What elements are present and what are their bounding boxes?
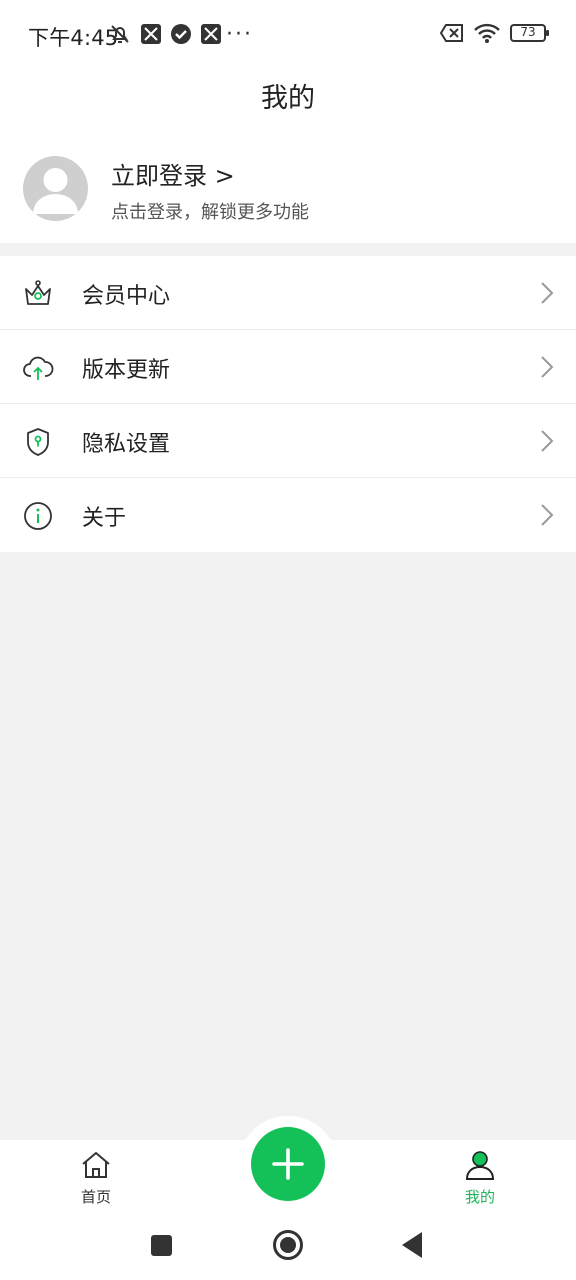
nav-tab-home[interactable]: 首页 — [66, 1150, 126, 1207]
avatar[interactable] — [23, 156, 88, 221]
nav-tab-me[interactable]: 我的 — [450, 1150, 510, 1207]
crown-icon — [25, 280, 51, 305]
menu-item-privacy[interactable]: 隐私设置 — [0, 404, 576, 478]
cloud-upload-icon — [23, 356, 54, 380]
home-icon — [82, 1152, 110, 1178]
status-icons-right: 73 — [440, 22, 549, 44]
chevron-right-icon — [541, 430, 554, 452]
menu-item-label: 隐私设置 — [82, 432, 171, 457]
status-time: 下午4:45 — [28, 26, 119, 50]
user-icon — [465, 1151, 495, 1180]
menu-item-membership[interactable]: 会员中心 — [0, 256, 576, 330]
mute-bell-icon — [111, 25, 129, 43]
status-icons-left — [108, 22, 222, 46]
add-button[interactable] — [251, 1127, 325, 1201]
plus-icon — [272, 1148, 304, 1180]
chevron-right-icon — [541, 504, 554, 526]
battery-icon: 73 — [510, 24, 549, 42]
nav-tab-label: 我的 — [464, 1188, 495, 1206]
check-circle-icon — [171, 24, 191, 44]
menu-item-about[interactable]: 关于 — [0, 478, 576, 552]
chevron-right-icon — [541, 356, 554, 378]
status-bar: 下午4:45 ··· 73 — [0, 0, 576, 72]
info-icon — [24, 502, 52, 530]
shield-icon — [27, 428, 49, 456]
home-button[interactable] — [273, 1230, 303, 1260]
menu-item-label: 版本更新 — [82, 358, 171, 383]
login-subtitle: 点击登录，解锁更多功能 — [111, 202, 309, 223]
system-nav-bar — [0, 1210, 576, 1280]
default-user-icon — [33, 168, 78, 214]
battery-level: 73 — [520, 25, 536, 39]
chevron-right-icon — [541, 282, 554, 304]
profile-login-card[interactable]: 立即登录 > 点击登录，解锁更多功能 — [0, 140, 576, 243]
page-title: 我的 — [261, 83, 315, 114]
status-more-dots: ··· — [226, 22, 253, 47]
app-notification-icon — [141, 24, 161, 44]
screen: 下午4:45 ··· 73 我的 立即登录 > 点击登录，解锁更多功能 会员中心… — [0, 0, 576, 1280]
login-link[interactable]: 立即登录 > — [111, 156, 235, 191]
app-notification-icon — [201, 24, 221, 44]
settings-menu: 会员中心 版本更新 隐私设置 关于 — [0, 256, 576, 552]
back-button[interactable] — [402, 1232, 422, 1258]
nav-tab-label: 首页 — [80, 1188, 111, 1206]
wifi-icon — [474, 23, 500, 43]
menu-item-version-update[interactable]: 版本更新 — [0, 330, 576, 404]
menu-item-label: 会员中心 — [82, 284, 171, 309]
sim-disabled-icon — [440, 24, 463, 42]
menu-item-label: 关于 — [82, 506, 127, 531]
recent-apps-button[interactable] — [151, 1235, 172, 1256]
